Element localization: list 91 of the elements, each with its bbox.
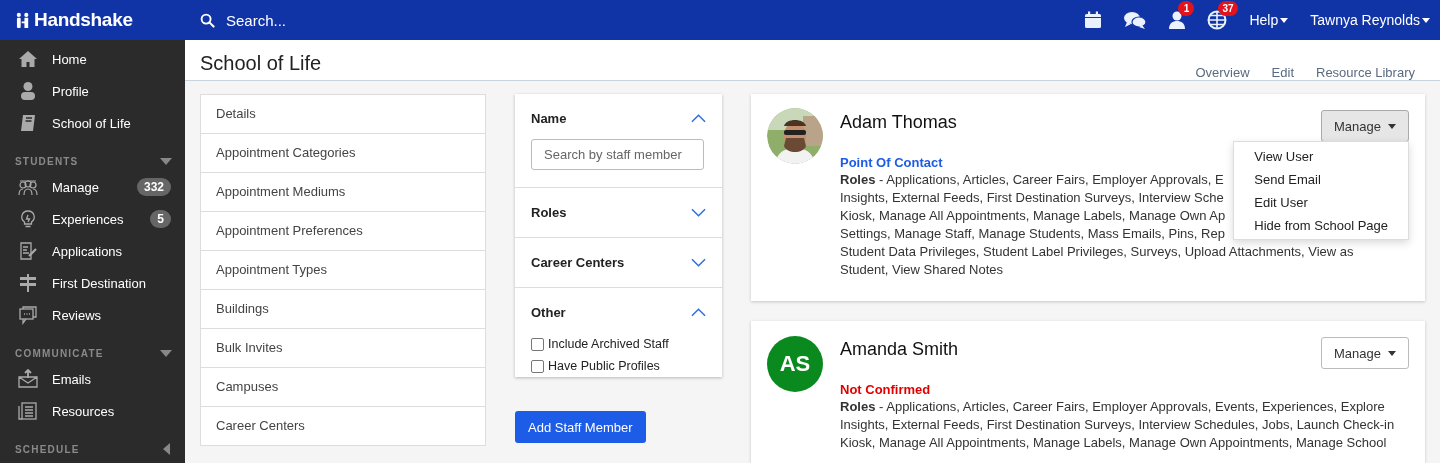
checkbox-label: Include Archived Staff: [548, 337, 669, 351]
settings-list-item[interactable]: Bulk Invites: [201, 329, 485, 368]
sidebar-item[interactable]: Emails: [0, 363, 185, 395]
people-icon: [18, 177, 38, 197]
page-tab[interactable]: Resource Library: [1316, 65, 1415, 80]
settings-list-item[interactable]: Career Centers: [201, 407, 485, 446]
settings-list-item[interactable]: Appointment Types: [201, 251, 485, 290]
caret-icon: [1388, 350, 1396, 356]
roles-text: Insights, External Feeds, First Destination Surveys, Interview Sche: [840, 189, 1224, 207]
count-badge: 332: [136, 178, 171, 196]
chevron-up-icon[interactable]: [691, 114, 706, 123]
add-staff-button[interactable]: Add Staff Member: [515, 411, 646, 443]
notification-badge: 1: [1178, 1, 1195, 16]
lightbulb-icon: [18, 209, 38, 229]
settings-list-item[interactable]: Buildings: [201, 290, 485, 329]
help-menu[interactable]: Help: [1249, 12, 1289, 28]
roles-text: Student, View Shared Notes: [840, 261, 1004, 279]
logo-text[interactable]: Handshake: [34, 9, 133, 31]
search-icon: [200, 12, 215, 28]
chevron-down-icon[interactable]: [691, 258, 706, 267]
sidebar-item[interactable]: Experiences 5: [0, 203, 185, 235]
settings-list-item[interactable]: Appointment Mediums: [201, 173, 485, 212]
filter-heading[interactable]: Roles: [531, 205, 567, 220]
sidebar-item[interactable]: First Destination: [0, 267, 185, 299]
roles-text: Roles - Applications, Articles, Career Fairs, Employer Approvals, Events, Experiences, Explore: [840, 398, 1385, 416]
filter-heading[interactable]: Career Centers: [531, 255, 625, 270]
roles-text: Kiosk, Manage All Appointments, Manage Labels, Manage Own Ap: [840, 207, 1226, 225]
filter-heading[interactable]: Other: [531, 305, 566, 320]
caret-icon: [1388, 123, 1396, 129]
caret-icon: [1280, 17, 1289, 23]
section-heading: SCHEDULE: [15, 443, 80, 455]
checkbox[interactable]: [531, 359, 544, 373]
manage-button[interactable]: Manage: [1321, 337, 1409, 369]
roles-text: Kiosk, Manage All Appointments, Manage Labels, Manage Own Appointments, Manage School: [840, 434, 1387, 452]
signpost-icon: [18, 273, 38, 293]
calendar-icon[interactable]: [1083, 10, 1104, 30]
status-label: Point Of Contact: [840, 155, 943, 171]
sidebar-item[interactable]: Reviews: [0, 299, 185, 331]
sidebar-item[interactable]: Resources: [0, 395, 185, 427]
settings-list-item[interactable]: Details: [201, 95, 485, 134]
section-heading: COMMUNICATE: [15, 347, 104, 359]
filter-heading[interactable]: Name: [531, 111, 567, 126]
search-field[interactable]: Search...: [224, 10, 528, 30]
settings-list-item[interactable]: Campuses: [201, 368, 485, 407]
staff-name[interactable]: Adam Thomas: [840, 112, 957, 158]
user-menu[interactable]: Tawnya Reynolds: [1310, 12, 1430, 28]
chevron-down-icon[interactable]: [691, 208, 706, 217]
document-icon: [18, 241, 38, 261]
chat-icon[interactable]: [1123, 10, 1148, 30]
caret-left-icon[interactable]: [163, 443, 170, 455]
section-heading: STUDENTS: [15, 155, 79, 167]
caret-down-icon[interactable]: [160, 349, 172, 357]
avatar: AS: [767, 336, 823, 392]
count-badge: 5: [150, 210, 171, 228]
envelope-icon: [18, 369, 38, 389]
settings-list-item[interactable]: Appointment Categories: [201, 134, 485, 173]
checkbox[interactable]: [531, 337, 544, 351]
house-icon: [18, 49, 38, 69]
checkbox-label: Have Public Profiles: [548, 359, 660, 373]
sidebar-item[interactable]: Profile: [0, 75, 185, 107]
menu-item[interactable]: View User: [1234, 145, 1408, 168]
roles-text: Roles - Applications, Articles, Career Fairs, Employer Approvals, E: [840, 171, 1224, 189]
caret-down-icon[interactable]: [160, 157, 172, 165]
globe-icon[interactable]: [1207, 10, 1228, 30]
newspaper-icon: [18, 401, 38, 421]
search-field[interactable]: Search by staff member: [531, 139, 704, 170]
page-tab[interactable]: Edit: [1271, 65, 1294, 80]
person-icon[interactable]: [1167, 10, 1188, 30]
manage-button[interactable]: Manage: [1321, 110, 1409, 142]
settings-list-item[interactable]: Appointment Preferences: [201, 212, 485, 251]
notification-badge: 37: [1218, 1, 1238, 16]
sidebar-item[interactable]: Applications: [0, 235, 185, 267]
caret-icon: [1422, 17, 1430, 23]
roles-text: Student Data Privileges, Student Label Privileges, Surveys, Upload Attachments, View as: [840, 243, 1354, 261]
logo-icon: [16, 11, 31, 29]
roles-text: Insights, External Feeds, First Destination Surveys, Interview Schedules, Jobs, Launch Check-in: [840, 416, 1395, 434]
roles-text: Settings, Manage Staff, Manage Students, Mass Emails, Pins, Rep: [840, 225, 1225, 243]
person-icon: [18, 81, 38, 101]
menu-item[interactable]: Edit User: [1234, 191, 1408, 214]
book-icon: [18, 113, 38, 133]
speech-bubble-icon: [18, 305, 38, 325]
sidebar-item[interactable]: School of Life: [0, 107, 185, 139]
status-label: Not Confirmed: [840, 382, 931, 398]
sidebar-item[interactable]: Manage 332: [0, 171, 185, 203]
page-tab[interactable]: Overview: [1195, 65, 1250, 80]
sidebar-item[interactable]: Home: [0, 43, 185, 75]
chevron-up-icon[interactable]: [691, 308, 706, 317]
menu-item[interactable]: Send Email: [1234, 168, 1408, 191]
menu-item[interactable]: Hide from School Page: [1234, 214, 1408, 237]
page-title: School of Life: [200, 52, 322, 75]
staff-name[interactable]: Amanda Smith: [840, 339, 959, 385]
